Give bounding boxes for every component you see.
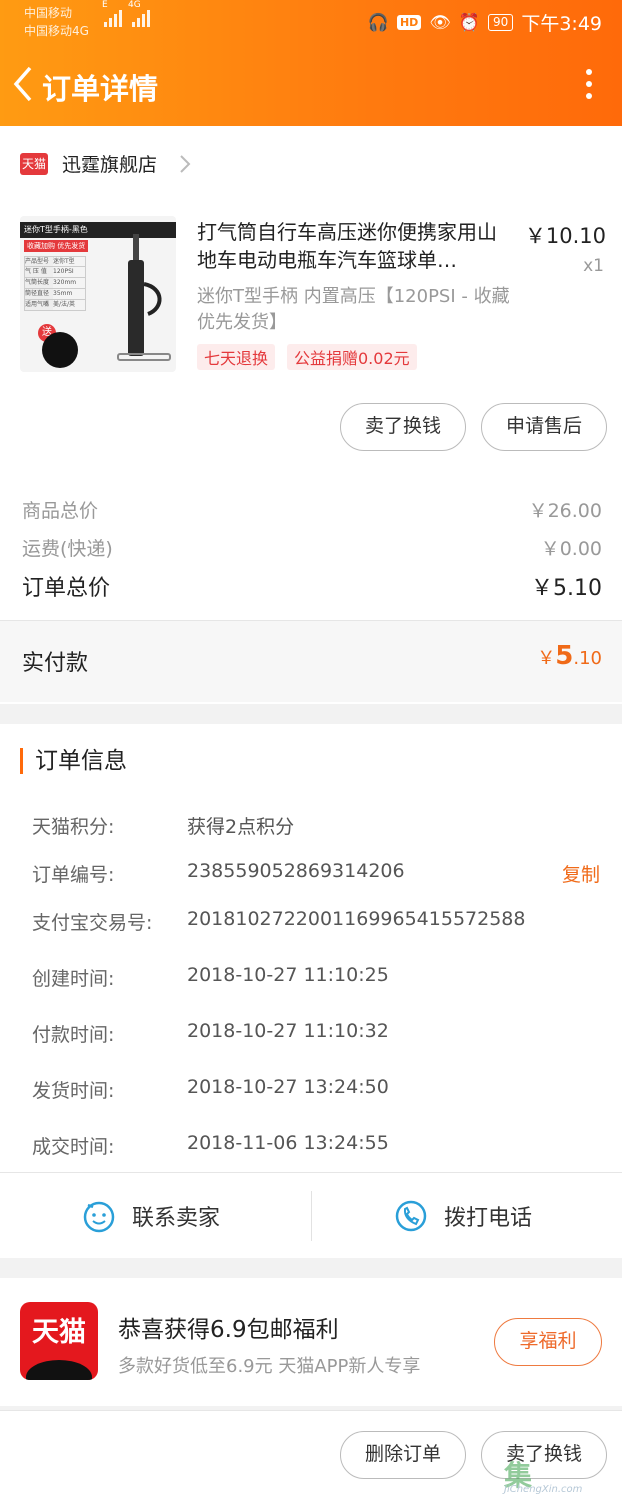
tag-7day-return: 七天退换 xyxy=(197,344,276,370)
contact-seller-label: 联系卖家 xyxy=(132,1206,221,1231)
hd-icon: HD xyxy=(396,15,422,30)
info-value: 238559052869314206 xyxy=(187,860,405,882)
carrier-2: 中国移动4G xyxy=(24,24,89,38)
info-row-closed: 成交时间: 2018-11-06 13:24:55 xyxy=(32,1132,600,1162)
tmall-logo-text: 天猫 xyxy=(32,1317,86,1348)
info-row-created: 创建时间: 2018-10-27 11:10:25 xyxy=(32,964,600,994)
info-value: 2018-10-27 13:24:50 xyxy=(187,1076,389,1098)
info-label: 成交时间: xyxy=(32,1136,115,1158)
info-row-order-no: 订单编号: 238559052869314206 复制 xyxy=(32,860,600,890)
info-row-shipped: 发货时间: 2018-10-27 13:24:50 xyxy=(32,1076,600,1106)
eye-icon: 👁 xyxy=(429,12,451,33)
signal-icons: E 4G xyxy=(102,0,150,27)
headphones-icon: 🎧 xyxy=(367,12,389,33)
product-image[interactable]: 迷你T型手柄-黑色 收藏加购 优先发货 产品型号 迷你T型 气 压 值 120PSI… xyxy=(20,216,176,372)
shipping-label: 运费(快递) xyxy=(22,538,113,560)
order-total-label: 订单总价 xyxy=(22,576,111,601)
info-value: 2018-10-27 11:10:32 xyxy=(187,1020,389,1042)
network-e-label: E xyxy=(102,0,108,10)
info-value: 2018-11-06 13:24:55 xyxy=(187,1132,389,1154)
promo-subtitle: 多款好货低至6.9元 天猫APP新人专享 xyxy=(118,1356,421,1377)
info-label: 订单编号: xyxy=(32,864,115,886)
contact-bar: 联系卖家 拨打电话 xyxy=(0,1172,622,1258)
status-time: 下午3:49 xyxy=(521,13,602,35)
goods-total-label: 商品总价 xyxy=(22,500,99,522)
tag-charity: 公益捐赠0.02元 xyxy=(287,344,417,370)
info-label: 创建时间: xyxy=(32,968,115,990)
back-button[interactable] xyxy=(8,62,40,106)
spec-row: 筒径直径 35mm xyxy=(24,289,86,300)
shipping-value: ￥0.00 xyxy=(540,538,602,560)
promo-title: 恭喜获得6.9包邮福利 xyxy=(118,1317,339,1343)
spec-row: 产品型号 迷你T型 xyxy=(24,256,86,267)
tmall-logo: 天猫 xyxy=(20,1302,98,1380)
gift-icon xyxy=(42,332,78,368)
paid-value: ￥5.10 xyxy=(537,641,602,671)
info-row-paid: 付款时间: 2018-10-27 11:10:32 xyxy=(32,1020,600,1050)
network-4g-label: 4G xyxy=(128,0,141,10)
product-title[interactable]: 打气筒自行车高压迷你便携家用山地车电动电瓶车汽车篮球单… xyxy=(197,218,515,274)
page-title: 订单详情 xyxy=(42,72,159,106)
copy-button[interactable]: 复制 xyxy=(562,860,600,887)
info-row-points: 天猫积分: 获得2点积分 xyxy=(32,812,600,842)
info-label: 天猫积分: xyxy=(32,816,115,838)
paid-label: 实付款 xyxy=(22,651,89,676)
get-benefit-button[interactable]: 享福利 xyxy=(494,1318,602,1366)
chevron-left-icon xyxy=(13,66,32,102)
spec-row: 气筒长度 320mm xyxy=(24,278,86,289)
goods-total-value: ￥26.00 xyxy=(528,500,602,522)
info-label: 发货时间: xyxy=(32,1080,115,1102)
carrier-1: 中国移动 xyxy=(24,6,73,20)
status-right: 🎧 HD 👁 ⏰ 90 下午3:49 xyxy=(368,9,602,36)
status-carrier: 中国移动 中国移动4G xyxy=(24,4,89,40)
aftersale-button[interactable]: 申请售后 xyxy=(481,403,607,451)
signal-icon xyxy=(132,10,150,27)
shipping-row: 运费(快递) ￥0.00 xyxy=(22,534,602,561)
spec-row: 气 压 值 120PSI xyxy=(24,267,86,278)
info-row-alipay-no: 支付宝交易号: 2018102722001169965415572588 xyxy=(32,908,600,938)
delete-order-button[interactable]: 删除订单 xyxy=(340,1431,466,1479)
call-phone-label: 拨打电话 xyxy=(444,1206,533,1231)
chat-icon xyxy=(83,1201,115,1233)
paid-bar: 实付款 ￥5.10 xyxy=(0,620,622,702)
image-sub: 收藏加购 优先发货 xyxy=(24,240,89,252)
watermark-text: JiChengXin.com xyxy=(504,1484,583,1495)
info-label: 支付宝交易号: xyxy=(32,912,153,934)
spec-row: 适用气嘴 美/法/英 xyxy=(24,300,86,311)
call-phone-button[interactable]: 拨打电话 xyxy=(394,1173,532,1259)
nav-bar: 订单详情 xyxy=(0,54,622,114)
info-value: 2018-10-27 11:10:25 xyxy=(187,964,389,986)
app-header: 中国移动 中国移动4G E 4G 🎧 HD 👁 ⏰ 90 下午3:49 订单详情 xyxy=(0,0,622,126)
divider xyxy=(311,1191,312,1241)
contact-seller-button[interactable]: 联系卖家 xyxy=(82,1173,220,1259)
info-label: 付款时间: xyxy=(32,1024,115,1046)
signal-icon xyxy=(104,10,122,27)
goods-total-row: 商品总价 ￥26.00 xyxy=(22,496,602,523)
pump-icon xyxy=(114,226,171,361)
watermark: 集 JiChengXin.com xyxy=(500,1452,620,1498)
order-info-title: 订单信息 xyxy=(20,748,127,774)
info-value: 获得2点积分 xyxy=(187,816,295,838)
order-total-row: 订单总价 ￥5.10 xyxy=(22,570,602,602)
tmall-badge: 天猫 xyxy=(20,152,48,175)
battery-icon: 90 xyxy=(488,14,514,31)
chevron-right-icon xyxy=(180,154,191,173)
spec-table: 产品型号 迷你T型 气 压 值 120PSI 气筒长度 320mm 筒径直径 35mm … xyxy=(24,256,86,311)
sell-button[interactable]: 卖了换钱 xyxy=(340,403,466,451)
order-total-value: ￥5.10 xyxy=(531,576,602,601)
shop-row[interactable]: 天猫 迅霆旗舰店 xyxy=(20,150,191,177)
tmall-cat-icon xyxy=(26,1360,92,1380)
promo-card[interactable]: 天猫 恭喜获得6.9包邮福利 多款好货低至6.9元 天猫APP新人专享 享福利 xyxy=(0,1278,622,1406)
product-sku: 迷你T型手柄 内置高压【120PSI - 收藏优先发货】 xyxy=(197,286,510,333)
phone-icon xyxy=(395,1200,427,1232)
product-qty: x1 xyxy=(583,256,604,276)
info-value: 2018102722001169965415572588 xyxy=(187,908,526,930)
more-menu-icon[interactable] xyxy=(584,66,594,102)
product-price: ￥10.10 xyxy=(524,224,606,248)
shop-name: 迅霆旗舰店 xyxy=(62,154,158,176)
alarm-icon: ⏰ xyxy=(458,12,481,33)
